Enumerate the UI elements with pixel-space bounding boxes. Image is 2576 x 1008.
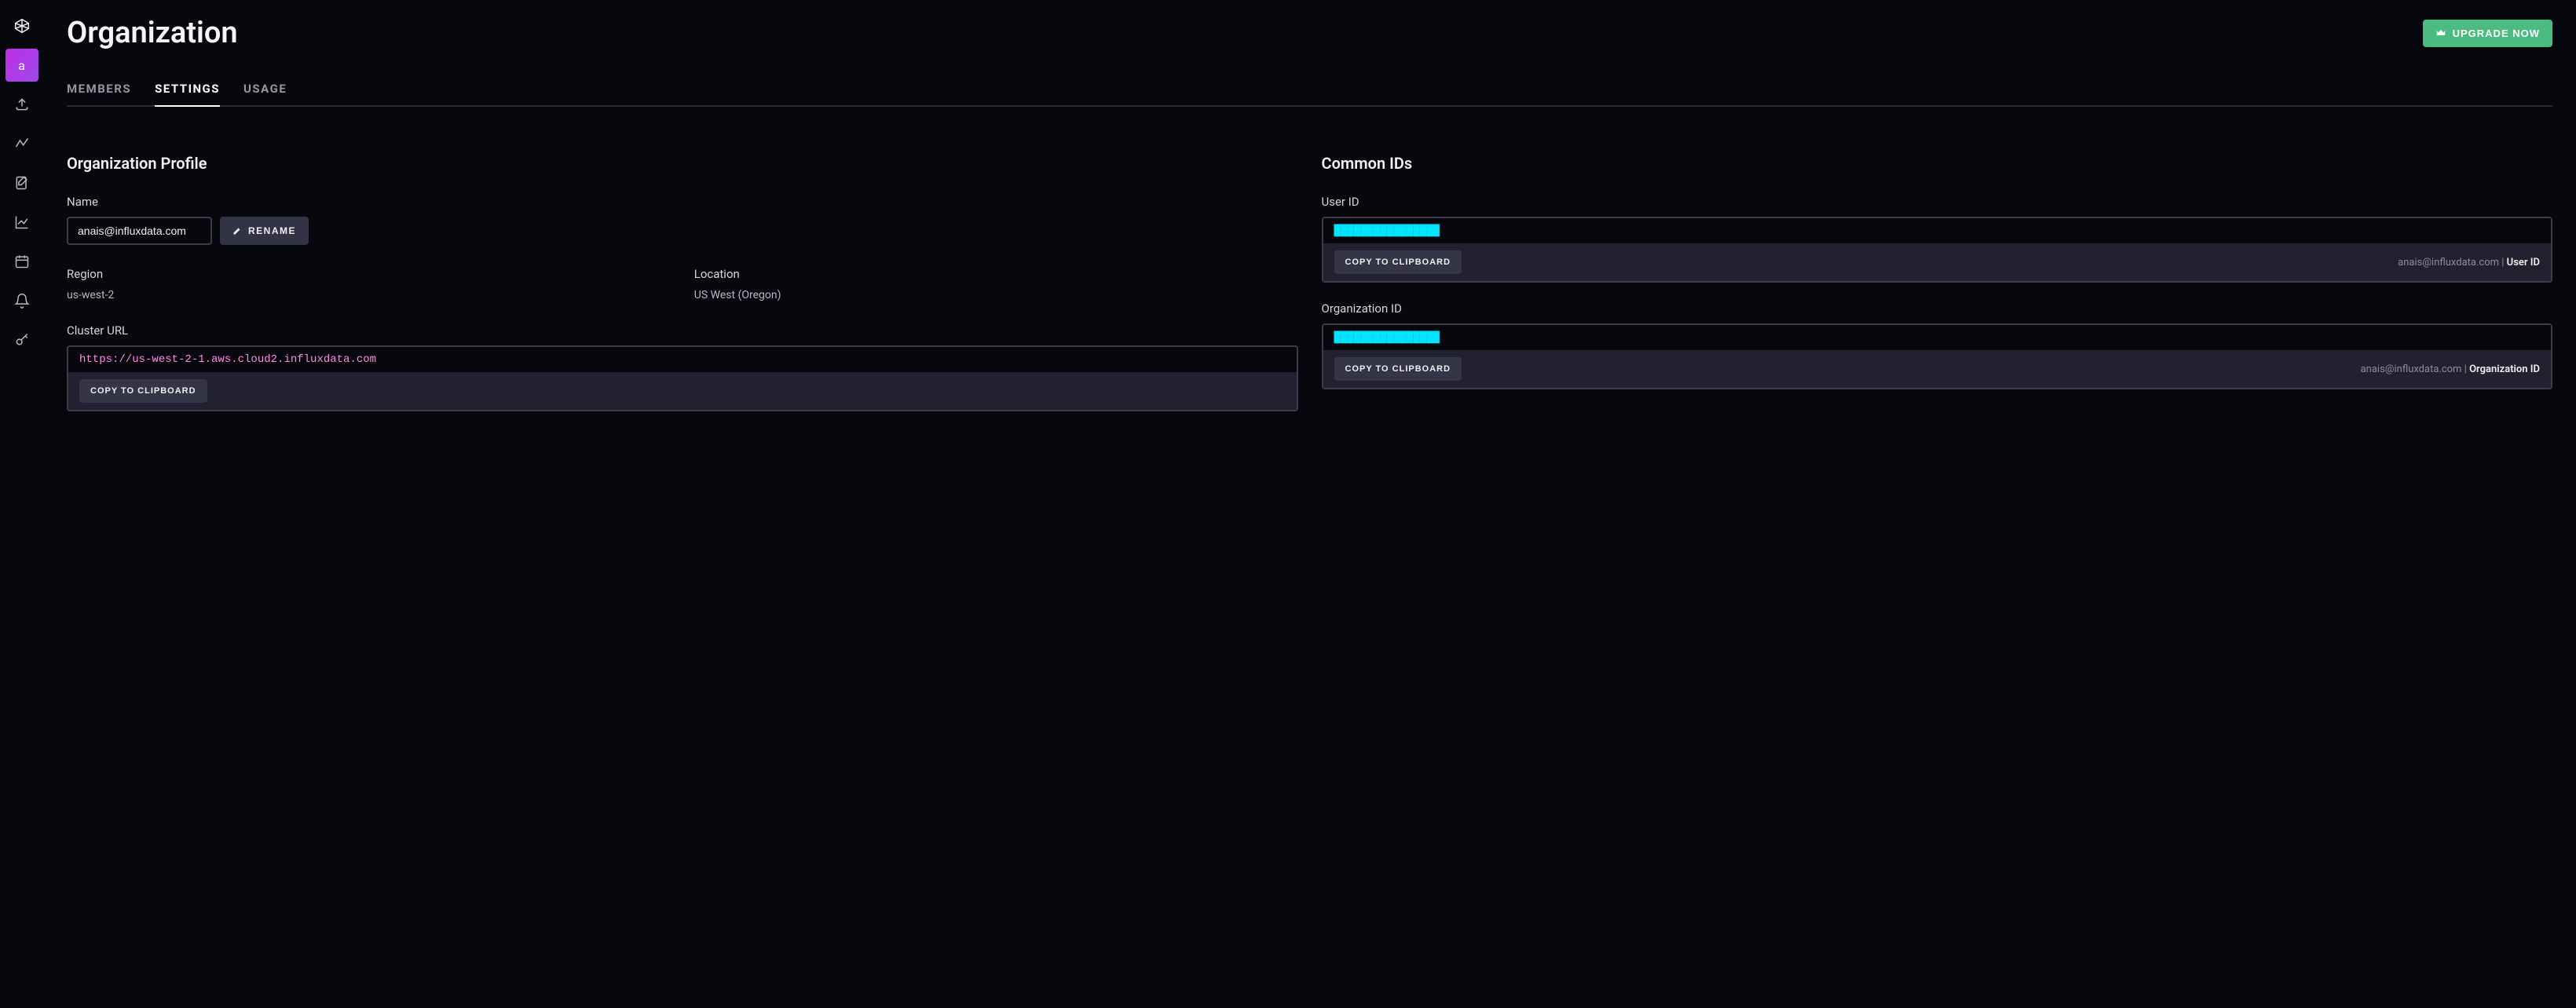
ids-title: Common IDs <box>1322 154 2553 173</box>
cluster-label: Cluster URL <box>67 323 1298 338</box>
logo-icon[interactable] <box>5 9 38 42</box>
copy-org-id-button[interactable]: COPY TO CLIPBOARD <box>1334 357 1462 381</box>
name-label: Name <box>67 195 1298 209</box>
org-icon[interactable]: a <box>5 49 38 82</box>
graph-icon[interactable] <box>5 206 38 239</box>
cluster-box: https://us-west-2-1.aws.cloud2.influxdat… <box>67 345 1298 411</box>
tabs: MEMBERS SETTINGS USAGE <box>67 82 2552 107</box>
region-label: Region <box>67 267 671 281</box>
crown-icon <box>2435 27 2446 38</box>
tab-members[interactable]: MEMBERS <box>67 82 131 107</box>
pencil-icon <box>232 226 242 236</box>
tab-usage[interactable]: USAGE <box>243 82 287 107</box>
user-id-label: User ID <box>1322 195 2553 209</box>
calendar-icon[interactable] <box>5 245 38 278</box>
cluster-url: https://us-west-2-1.aws.cloud2.influxdat… <box>68 347 1297 372</box>
upgrade-button[interactable]: UPGRADE NOW <box>2423 20 2552 47</box>
location-label: Location <box>694 267 1298 281</box>
copy-cluster-button[interactable]: COPY TO CLIPBOARD <box>79 379 207 403</box>
main-content: Organization UPGRADE NOW MEMBERS SETTING… <box>43 0 2576 1008</box>
rename-label: RENAME <box>248 225 296 236</box>
tab-settings[interactable]: SETTINGS <box>155 82 220 107</box>
location-value: US West (Oregon) <box>694 289 1298 301</box>
page-title: Organization <box>67 16 238 50</box>
explore-icon[interactable] <box>5 127 38 160</box>
user-id-box: ████████████████ COPY TO CLIPBOARD anais… <box>1322 217 2553 283</box>
ids-section: Common IDs User ID ████████████████ COPY… <box>1322 154 2553 411</box>
name-input[interactable] <box>67 217 212 245</box>
org-letter: a <box>18 58 25 73</box>
notes-icon[interactable] <box>5 166 38 199</box>
upload-icon[interactable] <box>5 88 38 121</box>
org-id-value: ████████████████ <box>1323 325 2552 350</box>
profile-title: Organization Profile <box>67 154 1298 173</box>
user-id-caption: anais@influxdata.com | User ID <box>2398 257 2540 268</box>
user-id-value: ████████████████ <box>1323 218 2552 243</box>
copy-user-id-button[interactable]: COPY TO CLIPBOARD <box>1334 250 1462 274</box>
org-id-label: Organization ID <box>1322 301 2553 316</box>
bell-icon[interactable] <box>5 284 38 317</box>
upgrade-label: UPGRADE NOW <box>2453 27 2540 39</box>
profile-section: Organization Profile Name RENAME Region … <box>67 154 1298 411</box>
region-value: us-west-2 <box>67 289 671 301</box>
sidebar: a <box>0 0 43 1008</box>
org-id-box: ████████████████ COPY TO CLIPBOARD anais… <box>1322 323 2553 389</box>
org-id-caption: anais@influxdata.com | Organization ID <box>2361 363 2540 375</box>
rename-button[interactable]: RENAME <box>220 217 309 245</box>
key-icon[interactable] <box>5 323 38 356</box>
